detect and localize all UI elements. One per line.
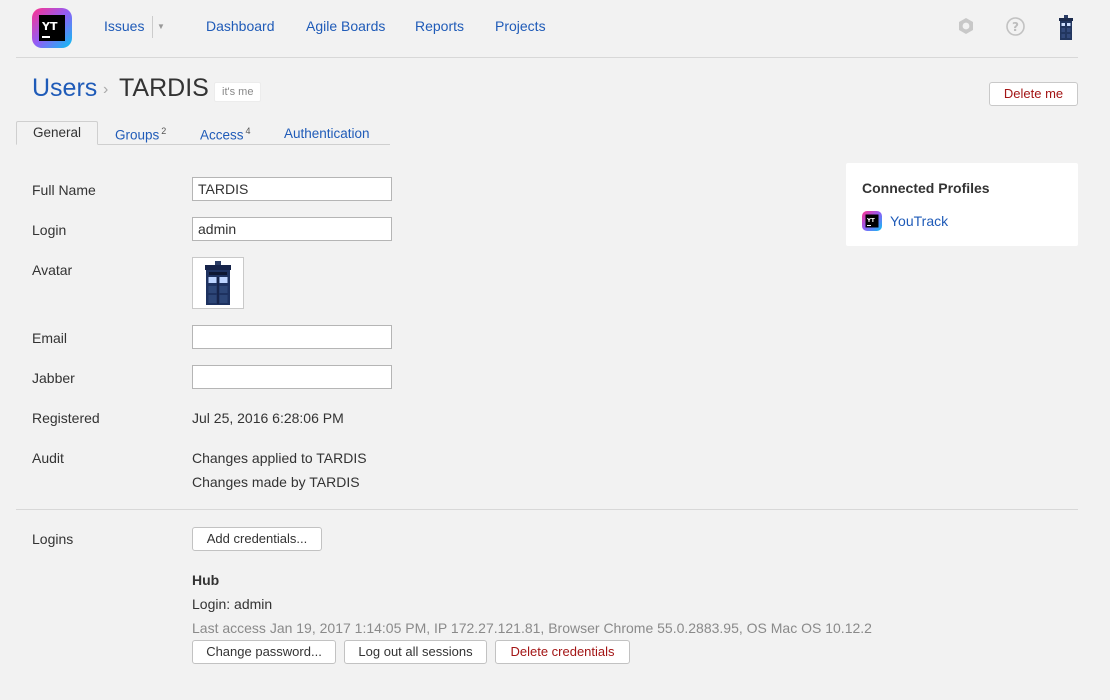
add-credentials-button[interactable]: Add credentials... [192, 527, 322, 551]
delete-me-button[interactable]: Delete me [989, 82, 1078, 106]
tab-groups-count: 2 [161, 126, 167, 136]
login-provider-login: Login: admin [192, 596, 273, 612]
tab-access[interactable]: Access 4 [200, 126, 251, 143]
user-avatar-icon[interactable] [1058, 15, 1074, 40]
jabber-input[interactable] [192, 365, 392, 389]
chevron-down-icon[interactable]: ▼ [157, 22, 165, 31]
connected-profiles-title: Connected Profiles [862, 180, 990, 196]
login-provider-name: Hub [192, 572, 220, 588]
delete-credentials-button[interactable]: Delete credentials [495, 640, 630, 664]
login-input[interactable] [192, 217, 392, 241]
full-name-input[interactable] [192, 177, 392, 201]
page-title: TARDIS [119, 74, 209, 102]
connected-profiles-card: Connected Profiles YT YouTrack [846, 163, 1078, 246]
tab-groups-label: Groups [115, 127, 160, 143]
change-password-button[interactable]: Change password... [192, 640, 336, 664]
full-name-label: Full Name [32, 182, 96, 198]
section-divider [16, 509, 1078, 510]
audit-changes-applied-link[interactable]: Changes applied to TARDIS [192, 450, 367, 466]
top-header: YT Issues ▼ Dashboard Agile Boards Repor… [0, 0, 1110, 58]
header-divider [16, 57, 1078, 58]
nav-separator [152, 16, 153, 38]
tab-general[interactable]: General [16, 121, 98, 145]
registered-label: Registered [32, 410, 100, 426]
tab-access-label: Access [200, 127, 244, 143]
email-label: Email [32, 330, 68, 346]
breadcrumb-users-link[interactable]: Users [32, 74, 97, 103]
nav-dashboard[interactable]: Dashboard [206, 18, 275, 34]
audit-label: Audit [32, 450, 64, 466]
jabber-label: Jabber [32, 370, 75, 386]
help-glyph: ? [1012, 20, 1019, 34]
settings-icon[interactable] [957, 17, 975, 38]
nav-agile-boards[interactable]: Agile Boards [306, 18, 385, 34]
youtrack-logo-icon[interactable]: YT [32, 8, 72, 48]
nav-reports[interactable]: Reports [415, 18, 464, 34]
its-me-badge: it's me [214, 82, 262, 102]
tardis-avatar-icon [205, 261, 231, 305]
connected-profile-youtrack-link[interactable]: YouTrack [890, 213, 948, 229]
logo-text: YT [41, 20, 58, 33]
tab-groups[interactable]: Groups 2 [115, 126, 166, 143]
logins-label: Logins [32, 531, 74, 547]
avatar-picker[interactable] [192, 257, 244, 309]
login-label: Login [32, 222, 67, 238]
tab-authentication[interactable]: Authentication [284, 126, 370, 141]
registered-value: Jul 25, 2016 6:28:06 PM [192, 410, 344, 426]
nav-issues[interactable]: Issues [104, 18, 144, 34]
youtrack-logo-icon: YT [862, 211, 882, 231]
breadcrumb-separator-icon: › [103, 81, 109, 98]
help-icon[interactable]: ? [1006, 17, 1025, 39]
audit-changes-made-link[interactable]: Changes made by TARDIS [192, 474, 360, 490]
email-input[interactable] [192, 325, 392, 349]
avatar-label: Avatar [32, 262, 73, 278]
tab-access-count: 4 [245, 126, 251, 136]
logout-all-sessions-button[interactable]: Log out all sessions [344, 640, 487, 664]
card-logo-text: YT [866, 218, 875, 224]
last-access-info: Last access Jan 19, 2017 1:14:05 PM, IP … [192, 620, 872, 636]
nav-projects[interactable]: Projects [495, 18, 546, 34]
